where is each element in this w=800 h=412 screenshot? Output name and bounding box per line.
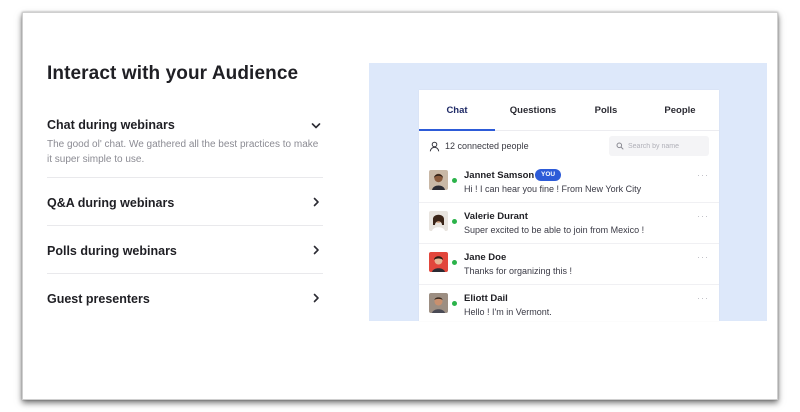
avatar xyxy=(429,293,448,313)
chat-message: Jane Doe Thanks for organizing this ! ··… xyxy=(419,244,719,285)
accordion-item-title[interactable]: Guest presenters xyxy=(47,292,150,306)
chat-message: Jannet Samson YOU Hi ! I can hear you fi… xyxy=(419,162,719,203)
message-text: Hello ! I'm in Vermont. xyxy=(464,307,552,317)
search-icon xyxy=(616,142,624,150)
more-options-icon[interactable]: ··· xyxy=(697,170,709,180)
message-text: Hi ! I can hear you fine ! From New York… xyxy=(464,184,642,194)
chat-message: Eliott Dail Hello ! I'm in Vermont. ··· xyxy=(419,285,719,321)
online-indicator xyxy=(452,260,457,265)
message-author: Jannet Samson xyxy=(464,170,535,181)
search-input[interactable] xyxy=(628,142,703,150)
section-title: Interact with your Audience xyxy=(47,63,299,84)
avatar xyxy=(429,170,448,190)
connected-count: 12 connected people xyxy=(445,141,529,151)
more-options-icon[interactable]: ··· xyxy=(697,211,709,221)
chevron-down-icon[interactable] xyxy=(311,121,321,131)
message-author: Jane Doe xyxy=(464,252,507,263)
accordion-item-chat[interactable]: Chat during webinars The good ol' chat. … xyxy=(47,118,323,178)
tab-people[interactable]: People xyxy=(641,90,719,130)
message-author: Eliott Dail xyxy=(464,293,508,304)
online-indicator xyxy=(452,219,457,224)
message-text: Super excited to be able to join from Me… xyxy=(464,225,645,235)
people-search[interactable] xyxy=(609,136,709,156)
accordion-item-title[interactable]: Polls during webinars xyxy=(47,244,177,258)
more-options-icon[interactable]: ··· xyxy=(697,293,709,303)
online-indicator xyxy=(452,178,457,183)
you-badge: YOU xyxy=(535,169,562,181)
content-frame: Interact with your Audience Chat during … xyxy=(22,12,778,400)
message-author: Valerie Durant xyxy=(464,211,528,222)
tab-chat[interactable]: Chat xyxy=(419,90,495,130)
chevron-right-icon[interactable] xyxy=(311,245,321,255)
chevron-right-icon[interactable] xyxy=(311,293,321,303)
accordion-item-polls[interactable]: Polls during webinars xyxy=(47,226,323,274)
chat-tabs: Chat Questions Polls People xyxy=(419,90,719,131)
chat-preview-card: Chat Questions Polls People 12 connected… xyxy=(419,90,719,321)
more-options-icon[interactable]: ··· xyxy=(697,252,709,262)
accordion-item-title[interactable]: Q&A during webinars xyxy=(47,196,174,210)
person-icon xyxy=(429,141,440,152)
connected-people-row: 12 connected people xyxy=(419,131,719,161)
accordion-item-title[interactable]: Chat during webinars xyxy=(47,118,323,132)
online-indicator xyxy=(452,301,457,306)
accordion-item-description: The good ol' chat. We gathered all the b… xyxy=(47,139,319,165)
tab-questions[interactable]: Questions xyxy=(495,90,571,130)
accordion-item-qa[interactable]: Q&A during webinars xyxy=(47,178,323,226)
tab-polls[interactable]: Polls xyxy=(571,90,641,130)
avatar xyxy=(429,252,448,272)
chevron-right-icon[interactable] xyxy=(311,197,321,207)
chat-message: Valerie Durant Super excited to be able … xyxy=(419,203,719,244)
avatar xyxy=(429,211,448,231)
feature-accordion: Chat during webinars The good ol' chat. … xyxy=(47,118,323,322)
message-text: Thanks for organizing this ! xyxy=(464,266,573,276)
accordion-item-guests[interactable]: Guest presenters xyxy=(47,274,323,322)
